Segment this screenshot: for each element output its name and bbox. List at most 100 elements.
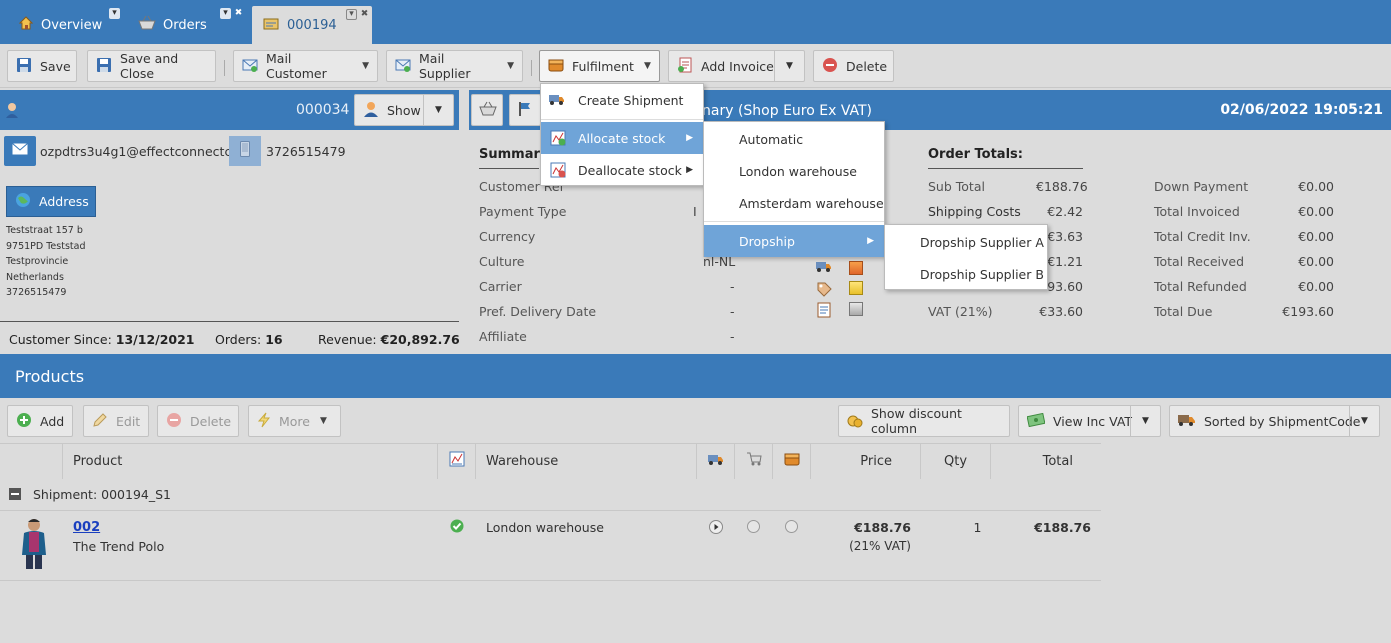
table-row[interactable]: 002 The Trend Polo London warehouse €188…	[0, 511, 1101, 581]
payments-value: €0.00	[1298, 179, 1334, 194]
mail-customer-button[interactable]: Mail Customer ▼	[233, 50, 378, 82]
truck-icon	[1178, 413, 1196, 430]
globe-icon	[15, 192, 31, 211]
menu-item-create-shipment[interactable]: Create Shipment	[541, 84, 703, 116]
truck-icon	[707, 453, 724, 469]
address-button[interactable]: Address	[6, 186, 96, 217]
tab-order-000194[interactable]: 000194 ▾ ✖	[252, 6, 372, 44]
summary-value: -	[730, 279, 735, 294]
product-code-link[interactable]: 002	[73, 520, 100, 535]
menu-item-dropship-supplier-a[interactable]: Dropship Supplier A	[885, 226, 1047, 258]
menu-item-dropship-supplier-b[interactable]: Dropship Supplier B	[885, 258, 1047, 290]
allocate-icon	[550, 130, 566, 149]
payments-value: €193.60	[1282, 304, 1334, 319]
chevron-right-icon: ▶	[686, 133, 693, 143]
column-header-stock[interactable]	[438, 443, 476, 479]
phone-button[interactable]	[229, 136, 261, 166]
column-header-total[interactable]: Total	[991, 443, 1101, 479]
menu-item-deallocate-stock[interactable]: Deallocate stock ▶	[541, 154, 703, 186]
play-icon[interactable]	[709, 520, 723, 538]
invoice-icon	[677, 57, 693, 76]
customer-since: Customer Since: 13/12/2021	[9, 332, 195, 347]
show-customer-button[interactable]: Show ▼	[354, 94, 454, 126]
sort-dropdown[interactable]: ▼	[1349, 406, 1379, 436]
radio-fulfilment[interactable]	[785, 520, 798, 533]
mail-supplier-button[interactable]: Mail Supplier ▼	[386, 50, 523, 82]
lightning-icon	[257, 412, 271, 431]
customer-revenue: Revenue: €20,892.76	[318, 332, 460, 347]
customer-email[interactable]: ozpdtrs3u4g1@effectconnectcus	[40, 144, 230, 159]
tab-menu-icon[interactable]: ▾	[346, 9, 357, 20]
cart-icon	[746, 452, 762, 470]
customer-orders: Orders: 16	[215, 332, 283, 347]
email-button[interactable]	[4, 136, 36, 166]
show-discount-button[interactable]: Show discount column	[838, 405, 1010, 437]
fulfilment-menu: Create Shipment Allocate stock ▶ Dealloc…	[540, 83, 704, 186]
view-inc-vat-dropdown[interactable]: ▼	[1130, 406, 1160, 436]
chevron-right-icon: ▶	[867, 236, 874, 246]
pencil-icon	[92, 412, 108, 431]
tab-order-label: 000194	[287, 17, 337, 33]
save-button[interactable]: Save	[7, 50, 77, 82]
column-header-shipping[interactable]	[697, 443, 735, 479]
chevron-down-icon: ▼	[643, 61, 651, 71]
customer-address: Teststraat 157 b 9751PD Teststad Testpro…	[6, 225, 86, 298]
floppy-icon	[16, 57, 32, 76]
summary-value: I	[693, 204, 697, 219]
totals-value: €188.76	[1036, 179, 1088, 194]
summary-label: Carrier	[479, 279, 522, 294]
column-header-price[interactable]: Price	[811, 443, 921, 479]
delete-button[interactable]: Delete	[813, 50, 894, 82]
add-invoice-dropdown[interactable]: ▼	[774, 51, 804, 81]
dropship-submenu: Dropship Supplier A Dropship Supplier B	[884, 224, 1048, 290]
delete-product-button[interactable]: Delete	[157, 405, 239, 437]
add-invoice-button[interactable]: Add Invoice ▼	[668, 50, 805, 82]
phone-icon	[240, 141, 250, 161]
column-header-qty[interactable]: Qty	[921, 443, 991, 479]
fulfilment-button[interactable]: Fulfilment ▼	[539, 50, 660, 82]
menu-item-amsterdam-warehouse[interactable]: Amsterdam warehouse	[704, 187, 884, 219]
payments-label: Total Refunded	[1154, 279, 1247, 294]
more-button[interactable]: More ▼	[248, 405, 341, 437]
floppy-icon	[96, 57, 112, 76]
flag-button[interactable]	[509, 94, 541, 126]
box-icon	[548, 58, 564, 75]
menu-item-dropship[interactable]: Dropship ▶	[704, 225, 884, 257]
show-customer-dropdown[interactable]: ▼	[423, 95, 453, 125]
collapse-group-icon[interactable]	[9, 488, 21, 500]
summary-label: Pref. Delivery Date	[479, 304, 597, 319]
radio-cart[interactable]	[747, 520, 760, 533]
customer-phone: 3726515479	[266, 144, 346, 159]
column-header-fulfilment[interactable]	[773, 443, 811, 479]
menu-item-automatic[interactable]: Automatic	[704, 123, 884, 155]
summary-value: -	[730, 304, 735, 319]
edit-product-button[interactable]: Edit	[83, 405, 149, 437]
column-header-cart[interactable]	[735, 443, 773, 479]
mail-icon	[242, 57, 258, 76]
view-inc-vat-button[interactable]: View Inc VAT ▼	[1018, 405, 1161, 437]
menu-item-allocate-stock[interactable]: Allocate stock ▶	[541, 122, 703, 154]
basket-icon	[479, 101, 497, 120]
customer-header: 000034 Show ▼	[0, 90, 459, 130]
order-icon	[262, 15, 280, 35]
box-icon	[784, 452, 800, 470]
tab-menu-icon[interactable]: ▾	[109, 8, 120, 19]
totals-label: Sub Total	[928, 179, 985, 194]
tab-close-icon[interactable]: ✖	[233, 8, 244, 19]
column-header-warehouse[interactable]: Warehouse	[476, 443, 697, 479]
basket-button[interactable]	[471, 94, 503, 126]
sort-button[interactable]: Sorted by ShipmentCode ▼	[1169, 405, 1380, 437]
add-product-button[interactable]: Add	[7, 405, 73, 437]
tab-close-icon[interactable]: ✖	[359, 9, 370, 20]
customer-number: 000034	[296, 102, 350, 118]
shipment-group-label: Shipment: 000194_S1	[33, 487, 171, 502]
menu-item-london-warehouse[interactable]: London warehouse	[704, 155, 884, 187]
coins-icon	[847, 412, 863, 431]
status-grey-icon	[849, 302, 863, 316]
product-vat-note: (21% VAT)	[849, 539, 911, 553]
column-header-product[interactable]: Product	[63, 443, 438, 479]
order-datetime: 02/06/2022 19:05:21	[1220, 102, 1383, 118]
tab-menu-icon[interactable]: ▾	[220, 8, 231, 19]
save-and-close-button[interactable]: Save and Close	[87, 50, 216, 82]
mail-icon	[12, 143, 28, 159]
